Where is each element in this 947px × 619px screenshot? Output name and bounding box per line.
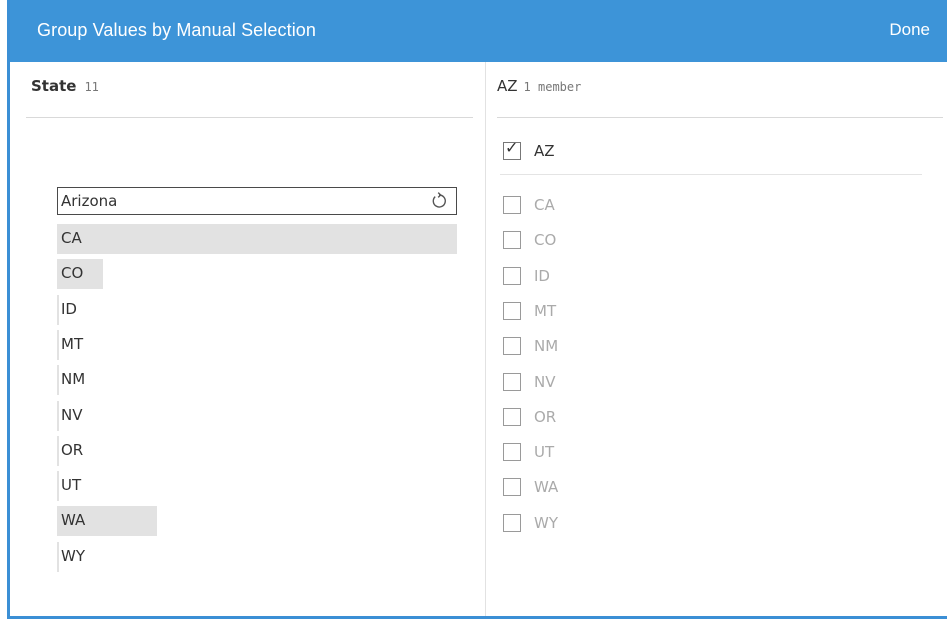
field-header-rule <box>26 117 473 118</box>
value-label: OR <box>61 441 84 459</box>
value-label: CA <box>61 229 82 247</box>
member-checkbox-row[interactable]: WY <box>503 512 703 536</box>
checked-items-rule <box>500 174 922 175</box>
panel-divider <box>485 62 486 616</box>
value-row[interactable]: WA <box>57 506 457 536</box>
reset-icon[interactable] <box>430 192 448 210</box>
checkbox-label: CA <box>534 196 555 214</box>
value-label: WA <box>61 511 86 529</box>
checkbox-label: AZ <box>534 142 555 160</box>
group-member-count: 1 member <box>523 80 582 94</box>
checkbox[interactable] <box>503 373 521 391</box>
checkmark-icon: ✓ <box>505 138 519 157</box>
value-row[interactable]: NV <box>57 401 457 431</box>
checkbox-label: UT <box>534 443 555 461</box>
member-checkbox-row[interactable]: WA <box>503 476 703 500</box>
value-row[interactable]: WY <box>57 542 457 572</box>
field-name: State <box>31 77 77 95</box>
value-label: UT <box>61 476 82 494</box>
value-row[interactable]: CO <box>57 259 457 289</box>
checkbox-label: CO <box>534 231 557 249</box>
value-row[interactable]: NM <box>57 365 457 395</box>
group-name: AZ <box>497 77 518 95</box>
checkbox-label: MT <box>534 302 557 320</box>
dialog-header: Group Values by Manual Selection Done <box>10 0 947 62</box>
checkbox[interactable] <box>503 478 521 496</box>
value-bar <box>57 471 59 501</box>
member-checkbox-row[interactable]: CO <box>503 229 703 253</box>
value-row[interactable]: ID <box>57 295 457 325</box>
value-bar <box>57 542 59 572</box>
dialog-title: Group Values by Manual Selection <box>37 20 317 40</box>
field-header: State 11 <box>31 77 99 95</box>
value-label: NM <box>61 370 86 388</box>
member-checkbox-row[interactable]: NM <box>503 335 703 359</box>
checkbox[interactable] <box>503 443 521 461</box>
member-checkbox-row[interactable]: OR <box>503 406 703 430</box>
checkbox[interactable] <box>503 267 521 285</box>
value-label: ID <box>61 300 77 318</box>
checkbox-label: WY <box>534 514 558 532</box>
dialog-left-border <box>7 0 10 619</box>
value-bar <box>57 295 59 325</box>
value-row[interactable]: CA <box>57 224 457 254</box>
checkbox[interactable] <box>503 231 521 249</box>
value-row[interactable]: MT <box>57 330 457 360</box>
value-bar <box>57 365 59 395</box>
checkbox-label: NV <box>534 373 556 391</box>
checkbox[interactable] <box>503 514 521 532</box>
member-checkbox-row[interactable]: NV <box>503 371 703 395</box>
group-header: AZ 1 member <box>497 76 581 95</box>
value-bar <box>57 224 457 254</box>
member-checkbox-row[interactable]: ✓ AZ <box>503 140 703 164</box>
value-bar <box>57 401 59 431</box>
value-label: WY <box>61 547 85 565</box>
member-checkbox-row[interactable]: MT <box>503 300 703 324</box>
checkbox[interactable] <box>503 408 521 426</box>
checkbox-label: WA <box>534 478 559 496</box>
member-checkbox-row[interactable]: UT <box>503 441 703 465</box>
checkbox-label: ID <box>534 267 550 285</box>
member-checkbox-row[interactable]: CA <box>503 194 703 218</box>
value-row[interactable]: UT <box>57 471 457 501</box>
value-label: MT <box>61 335 84 353</box>
value-row[interactable]: OR <box>57 436 457 466</box>
checkbox[interactable] <box>503 302 521 320</box>
checkbox[interactable] <box>503 337 521 355</box>
done-button[interactable]: Done <box>889 20 930 40</box>
checkbox[interactable]: ✓ <box>503 138 521 160</box>
field-count: 11 <box>84 80 99 94</box>
value-bar <box>57 436 59 466</box>
group-header-rule <box>497 117 943 118</box>
checkbox[interactable] <box>503 196 521 214</box>
group-name-field[interactable] <box>57 187 457 215</box>
member-checkbox-row[interactable]: ID <box>503 265 703 289</box>
group-dialog: Group Values by Manual Selection Done St… <box>0 0 947 619</box>
value-label: CO <box>61 264 84 282</box>
value-label: NV <box>61 406 83 424</box>
value-bar <box>57 330 59 360</box>
group-name-input[interactable] <box>58 188 418 214</box>
checkbox-label: NM <box>534 337 559 355</box>
checkbox-label: OR <box>534 408 557 426</box>
